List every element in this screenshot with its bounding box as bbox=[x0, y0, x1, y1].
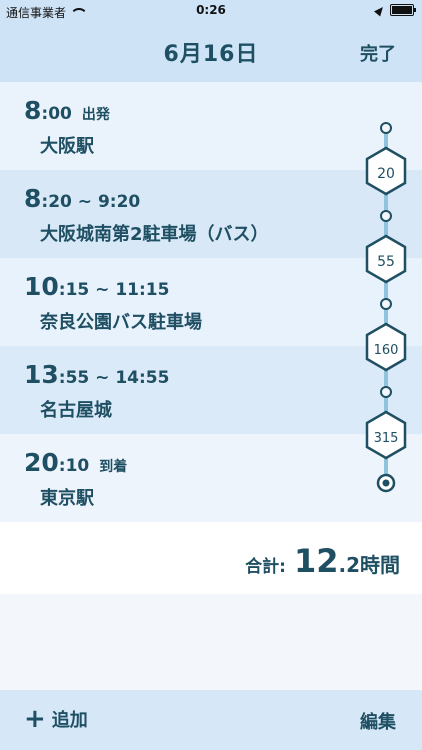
status-right bbox=[374, 3, 416, 17]
time-rest: :10 bbox=[58, 456, 90, 476]
total-hours-big: 12 bbox=[293, 542, 339, 580]
list-item[interactable]: 10:15 ~ 11:15 奈良公園バス駐車場 bbox=[0, 258, 422, 346]
route-timeline: 20 55 160 315 bbox=[365, 122, 407, 493]
leg-duration: 55 bbox=[377, 254, 395, 270]
leg-duration: 315 bbox=[374, 431, 399, 446]
stop-node-icon bbox=[380, 210, 392, 222]
nav-header: 6月16日 完了 bbox=[0, 22, 422, 82]
time-label: 8:20 ~ 9:20 bbox=[24, 184, 140, 213]
time-hour: 20 bbox=[24, 448, 59, 477]
time-rest: :55 ~ 14:55 bbox=[58, 368, 170, 388]
time-label: 20:10 到着 bbox=[24, 448, 127, 477]
list-item[interactable]: 20:10 到着 東京駅 bbox=[0, 434, 422, 522]
stop-node-icon bbox=[380, 298, 392, 310]
stop-node-icon bbox=[380, 386, 392, 398]
leg-duration-badge: 55 bbox=[365, 234, 407, 284]
plus-icon: + bbox=[24, 704, 46, 734]
leg-duration: 160 bbox=[374, 343, 399, 358]
edit-button[interactable]: 編集 bbox=[360, 708, 396, 734]
list-item[interactable]: 8:00 出発 大阪駅 bbox=[0, 82, 422, 170]
time-rest: :20 ~ 9:20 bbox=[41, 192, 141, 212]
add-label: 追加 bbox=[51, 710, 88, 731]
status-bar: 通信事業者 0:26 bbox=[0, 0, 422, 22]
destination-icon bbox=[376, 473, 396, 493]
total-section: 合計: 12.2時間 bbox=[0, 522, 422, 594]
page-title: 6月16日 bbox=[163, 42, 259, 67]
time-label: 8:00 出発 bbox=[24, 96, 110, 125]
time-tag: 到着 bbox=[99, 459, 128, 475]
time-label: 10:15 ~ 11:15 bbox=[24, 272, 169, 301]
place-name: 大阪駅 bbox=[40, 136, 94, 157]
add-button[interactable]: + 追加 bbox=[24, 706, 88, 732]
toolbar: + 追加 編集 bbox=[0, 690, 422, 750]
list-item[interactable]: 13:55 ~ 14:55 名古屋城 bbox=[0, 346, 422, 434]
time-label: 13:55 ~ 14:55 bbox=[24, 360, 169, 389]
done-button[interactable]: 完了 bbox=[360, 40, 396, 66]
time-hour: 8 bbox=[24, 184, 42, 213]
total-hours-small: .2時間 bbox=[338, 553, 400, 577]
list-item[interactable]: 8:20 ~ 9:20 大阪城南第2駐車場（バス） bbox=[0, 170, 422, 258]
leg-duration: 20 bbox=[377, 166, 395, 182]
time-rest: :15 ~ 11:15 bbox=[58, 280, 170, 300]
battery-icon bbox=[390, 4, 416, 16]
time-hour: 13 bbox=[24, 360, 59, 389]
leg-duration-badge: 160 bbox=[365, 322, 407, 372]
place-name: 名古屋城 bbox=[40, 400, 112, 421]
place-name: 奈良公園バス駐車場 bbox=[40, 312, 202, 333]
total-duration: 合計: 12.2時間 bbox=[245, 542, 400, 580]
place-name: 大阪城南第2駐車場（バス） bbox=[40, 224, 269, 245]
time-hour: 10 bbox=[24, 272, 59, 301]
place-name: 東京駅 bbox=[40, 488, 94, 509]
time-rest: :00 bbox=[41, 104, 72, 124]
time-tag: 出発 bbox=[81, 107, 110, 123]
time-hour: 8 bbox=[24, 96, 42, 125]
leg-duration-badge: 20 bbox=[365, 146, 407, 196]
location-icon bbox=[374, 3, 386, 17]
status-time: 0:26 bbox=[196, 3, 226, 17]
stop-node-icon bbox=[380, 122, 392, 134]
leg-duration-badge: 315 bbox=[365, 410, 407, 460]
total-label: 合計: bbox=[245, 557, 286, 577]
